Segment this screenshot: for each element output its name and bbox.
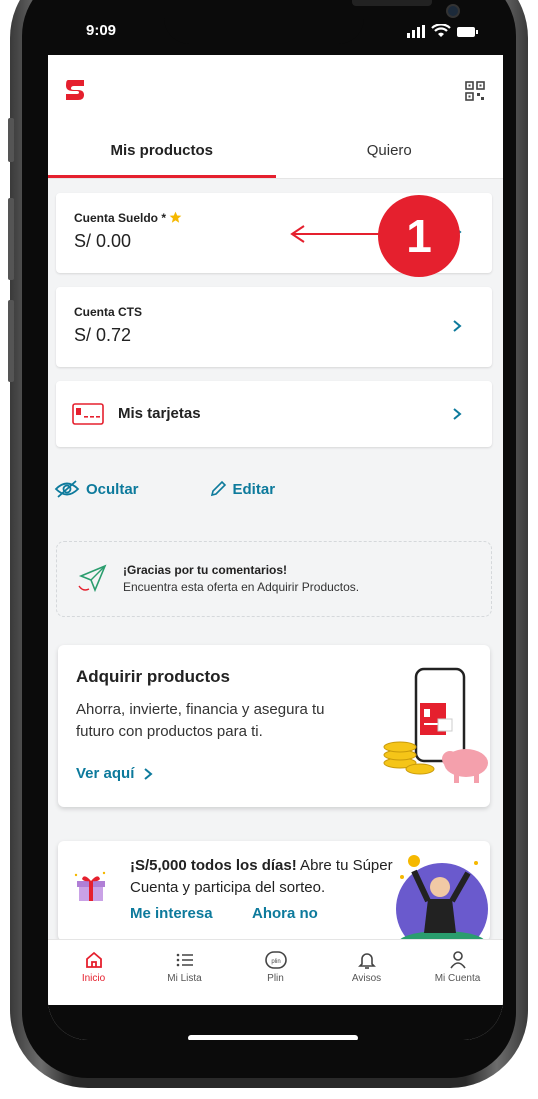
winner-illustration (396, 855, 488, 941)
account-name: Cuenta CTS (74, 305, 143, 319)
home-indicator-area (48, 1005, 503, 1040)
nav-label: Plin (267, 973, 284, 984)
chevron-right-icon (453, 408, 462, 420)
my-cards-row[interactable]: Mis tarjetas (56, 381, 492, 447)
product-actions: Ocultar Editar (54, 479, 275, 499)
nav-label: Inicio (81, 973, 106, 984)
nav-label: Avisos (351, 973, 382, 984)
raffle-headline-bold: ¡S/5,000 todos los días! (130, 857, 297, 874)
list-icon (176, 953, 193, 967)
tab-mis-productos[interactable]: Mis productos (48, 125, 276, 178)
plin-icon: plin (264, 951, 287, 969)
credit-card-icon (72, 403, 104, 425)
status-bar: 9:09 (48, 0, 503, 55)
mute-switch (8, 118, 14, 162)
signal-icon (407, 25, 425, 38)
feedback-banner: ¡Gracias por tu comentarios! Encuentra e… (56, 541, 492, 617)
raffle-no-button[interactable]: Ahora no (252, 905, 318, 922)
annotation-badge: 1 (378, 195, 460, 277)
front-camera (446, 4, 460, 18)
phone-frame: 9:09 Mis productos Quiero Cuenta Sueldo … (0, 0, 538, 1099)
home-indicator[interactable] (188, 1035, 358, 1040)
nav-avisos[interactable]: Avisos (321, 940, 412, 1005)
hide-button[interactable]: Ocultar (54, 479, 139, 499)
promo-title: Adquirir productos (76, 667, 230, 686)
account-balance: S/ 0.00 (74, 231, 132, 251)
raffle-yes-button[interactable]: Me interesa (130, 905, 213, 922)
status-time: 9:09 (86, 22, 117, 39)
hide-label: Ocultar (86, 480, 139, 498)
phone-screen: 9:09 Mis productos Quiero Cuenta Sueldo … (48, 0, 503, 1040)
raffle-promo-card: ¡S/5,000 todos los días! Abre tu Súper C… (58, 841, 490, 941)
home-icon (85, 951, 102, 968)
qr-code-icon[interactable] (465, 81, 485, 101)
status-icons (407, 24, 479, 38)
pencil-icon (210, 480, 226, 497)
promo-body: Ahorra, invierte, financia y asegura tu … (76, 701, 325, 740)
acquire-products-card[interactable]: Adquirir productos Ahorra, invierte, fin… (58, 645, 490, 807)
promo-link[interactable]: Ver aquí (76, 765, 154, 782)
chevron-right-icon (453, 320, 462, 332)
nav-mi-cuenta[interactable]: Mi Cuenta (412, 940, 503, 1005)
tab-quiero[interactable]: Quiero (276, 125, 504, 178)
star-icon (170, 211, 182, 223)
battery-icon (457, 27, 478, 37)
tab-bar: Mis productos Quiero (48, 125, 503, 179)
nav-label: Mi Lista (167, 973, 202, 984)
nav-inicio[interactable]: Inicio (48, 940, 139, 1005)
bank-logo-icon (66, 80, 84, 100)
nav-label: Mi Cuenta (434, 973, 481, 984)
feedback-subtitle: Encuentra esta oferta en Adquirir Produc… (123, 580, 360, 594)
edit-button[interactable]: Editar (209, 479, 276, 499)
gift-icon (74, 871, 106, 901)
account-name: Cuenta Sueldo * (74, 211, 182, 225)
speaker (352, 0, 432, 6)
eye-off-icon (54, 480, 80, 498)
nav-mi-lista[interactable]: Mi Lista (139, 940, 230, 1005)
raffle-text: ¡S/5,000 todos los días! Abre tu Súper C… (130, 855, 410, 899)
chevron-right-icon (144, 767, 153, 780)
my-cards-label: Mis tarjetas (118, 405, 201, 422)
svg-text:plin: plin (271, 959, 280, 965)
app-header (48, 55, 503, 125)
user-icon (449, 951, 466, 969)
products-content: Cuenta Sueldo * S/ 0.00 Cuenta CTS S/ 0.… (48, 179, 503, 941)
notch (164, 0, 460, 44)
phone-coins-illustration (383, 667, 488, 783)
account-card-cts[interactable]: Cuenta CTS S/ 0.72 (56, 287, 492, 367)
promo-link-label: Ver aquí (76, 765, 135, 782)
bell-icon (357, 953, 376, 969)
feedback-title: ¡Gracias por tu comentarios! (123, 563, 288, 577)
account-balance: S/ 0.72 (74, 325, 132, 345)
volume-up-button (8, 198, 14, 280)
wifi-icon (431, 24, 451, 37)
volume-down-button (8, 300, 14, 382)
paper-plane-icon (78, 564, 107, 593)
edit-label: Editar (232, 480, 276, 498)
nav-plin[interactable]: plin Plin (230, 940, 321, 1005)
bottom-navigation: Inicio Mi Lista plin Plin Avisos Mi Cuen… (48, 939, 503, 1005)
annotation-arrow-icon (290, 225, 386, 243)
